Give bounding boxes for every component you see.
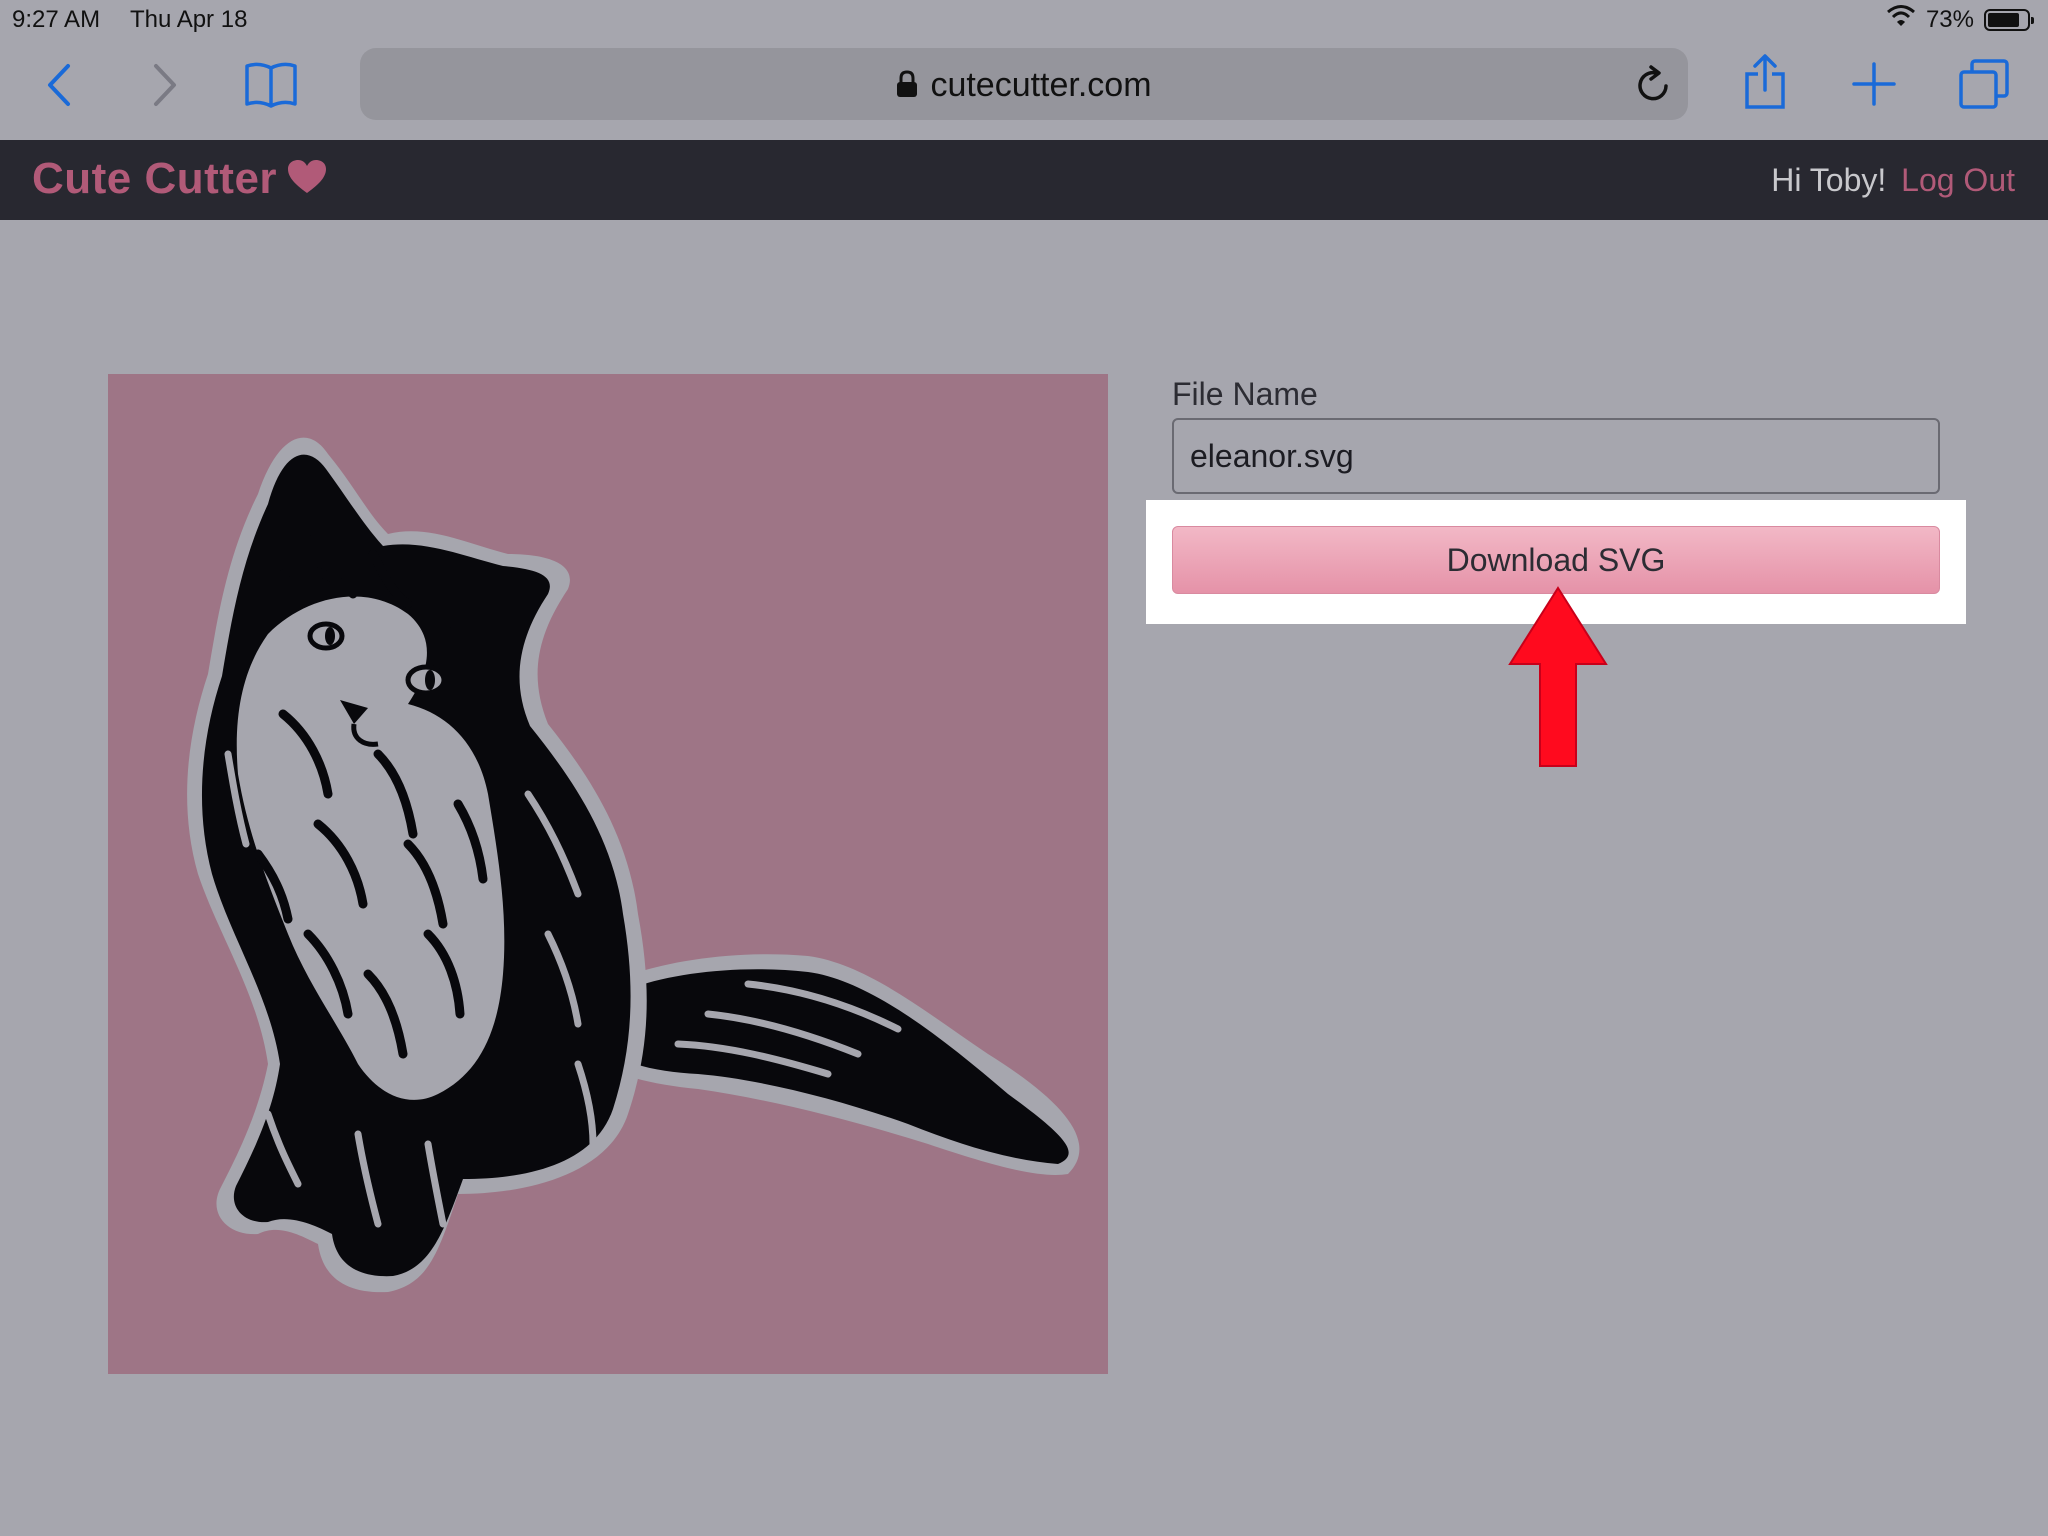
- logout-link[interactable]: Log Out: [1901, 162, 2015, 198]
- cat-illustration: [187, 437, 1080, 1293]
- share-icon[interactable]: [1744, 54, 1786, 110]
- url-display[interactable]: cutecutter.com: [360, 66, 1688, 107]
- greeting-text: Hi Toby!: [1771, 162, 1887, 198]
- new-tab-icon[interactable]: [1852, 62, 1896, 106]
- site-header: Cute Cutter Hi Toby! Log Out: [0, 140, 2048, 220]
- wifi-icon: [1886, 4, 1916, 35]
- lock-icon: [896, 68, 918, 107]
- address-bar[interactable]: cutecutter.com: [360, 48, 1688, 120]
- battery-percent: 73%: [1925, 5, 1974, 33]
- reload-icon[interactable]: [1636, 64, 1672, 109]
- status-date: Thu Apr 18: [130, 6, 248, 33]
- user-greeting-area: Hi Toby! Log Out: [1771, 162, 2015, 199]
- browser-toolbar: cutecutter.com: [0, 40, 2048, 140]
- heart-icon: [288, 160, 327, 193]
- status-bar: 9:27 AM Thu Apr 18 73%: [0, 0, 2048, 40]
- forward-icon[interactable]: [150, 62, 180, 108]
- status-time: 9:27 AM: [12, 6, 101, 33]
- url-text: cutecutter.com: [930, 66, 1152, 104]
- brand-logo[interactable]: Cute Cutter: [32, 154, 327, 204]
- file-name-field-wrapper: [1172, 418, 1940, 494]
- back-icon[interactable]: [44, 62, 74, 108]
- file-name-label: File Name: [1172, 376, 1318, 412]
- bookmarks-icon[interactable]: [244, 60, 298, 110]
- battery-icon: [1984, 8, 2034, 31]
- brand-name: Cute Cutter: [32, 154, 278, 203]
- file-name-input[interactable]: [1174, 420, 1938, 492]
- image-preview: [108, 374, 1108, 1374]
- arrow-up-icon: [1506, 584, 1610, 775]
- tabs-icon[interactable]: [1958, 58, 2010, 110]
- status-right: 73%: [1886, 4, 2034, 35]
